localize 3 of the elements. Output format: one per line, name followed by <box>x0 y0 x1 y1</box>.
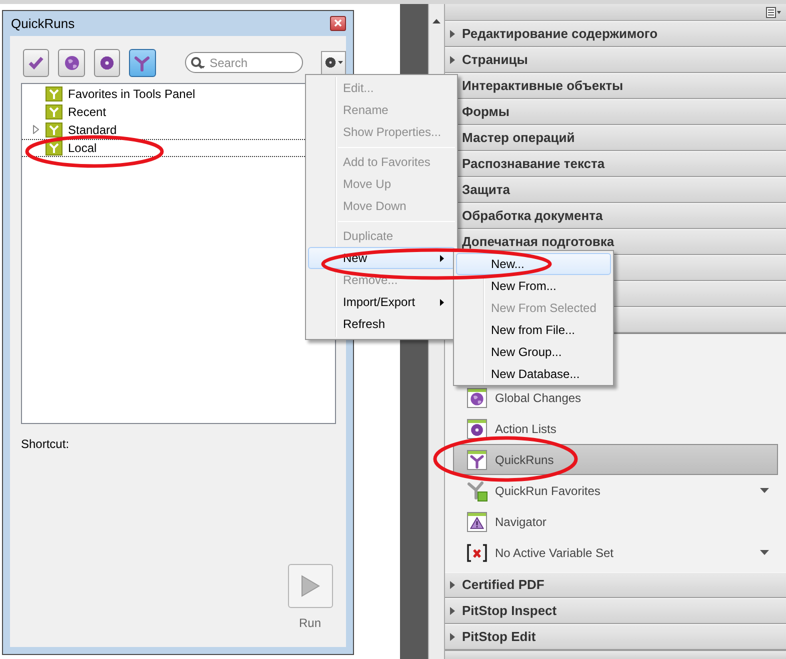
window-title: QuickRuns <box>11 14 75 33</box>
button-label: Run <box>298 615 321 632</box>
field-label: Shortcut: <box>21 436 70 453</box>
